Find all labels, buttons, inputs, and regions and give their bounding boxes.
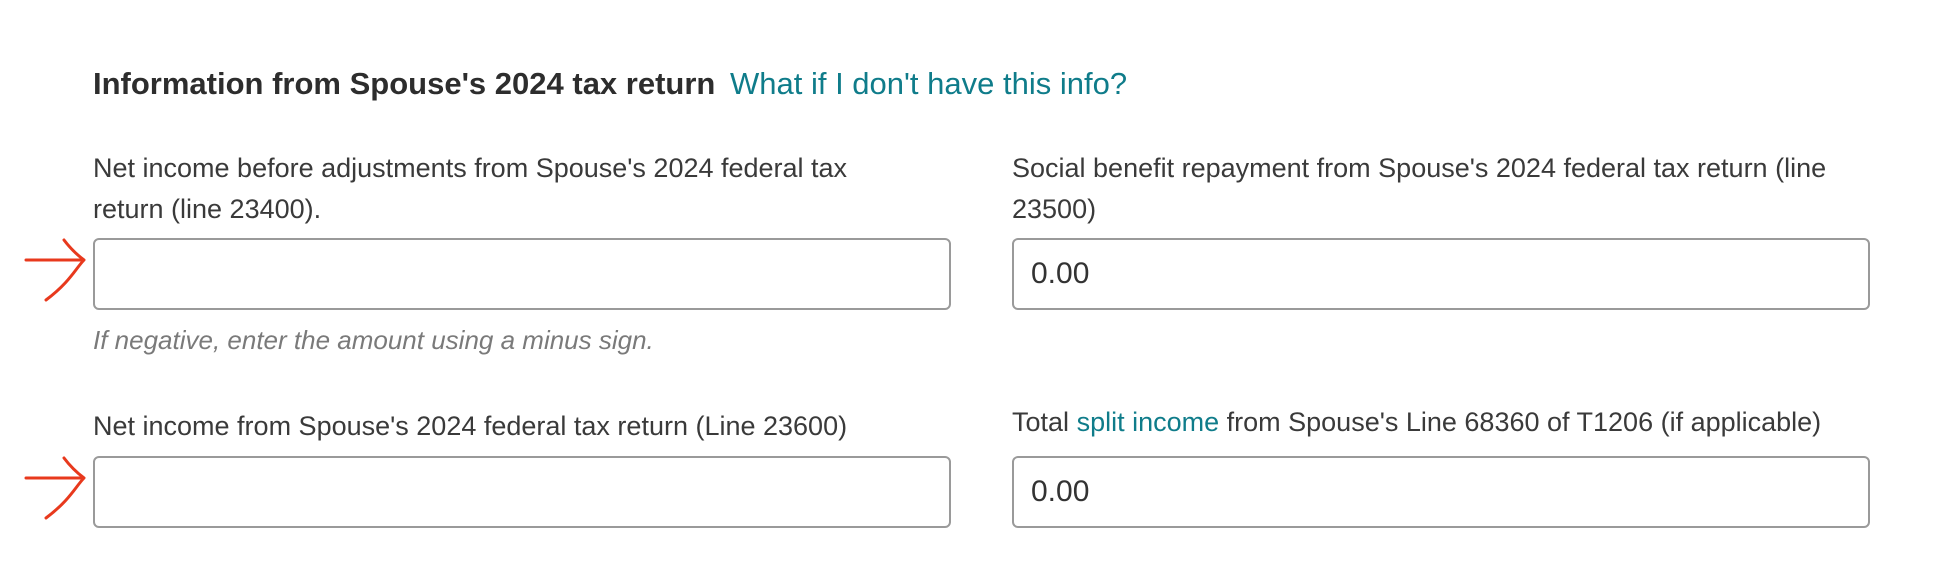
red-arrow-icon — [24, 456, 86, 520]
total-split-income-input[interactable] — [1012, 456, 1870, 528]
negative-amount-hint: If negative, enter the amount using a mi… — [93, 325, 654, 355]
social-benefit-repayment-label: Social benefit repayment from Spouse's 2… — [1012, 153, 1827, 224]
social-benefit-repayment-input[interactable] — [1012, 238, 1870, 310]
net-income-before-adjustments-label: Net income before adjustments from Spous… — [93, 153, 848, 224]
total-split-income-label-prefix: Total — [1012, 407, 1070, 437]
split-income-link[interactable]: split income — [1077, 407, 1220, 437]
help-link[interactable]: What if I don't have this info? — [730, 66, 1127, 101]
section-title: Information from Spouse's 2024 tax retur… — [93, 66, 716, 101]
total-split-income-label-suffix: from Spouse's Line 68360 of T1206 (if ap… — [1226, 407, 1822, 437]
net-income-input[interactable] — [93, 456, 951, 528]
red-arrow-icon — [24, 238, 86, 302]
net-income-before-adjustments-input[interactable] — [93, 238, 951, 310]
total-split-income-label: Total split income from Spouse's Line 68… — [1012, 402, 1912, 443]
section-heading: Information from Spouse's 2024 tax retur… — [93, 62, 1127, 106]
net-income-label: Net income from Spouse's 2024 federal ta… — [93, 411, 848, 441]
